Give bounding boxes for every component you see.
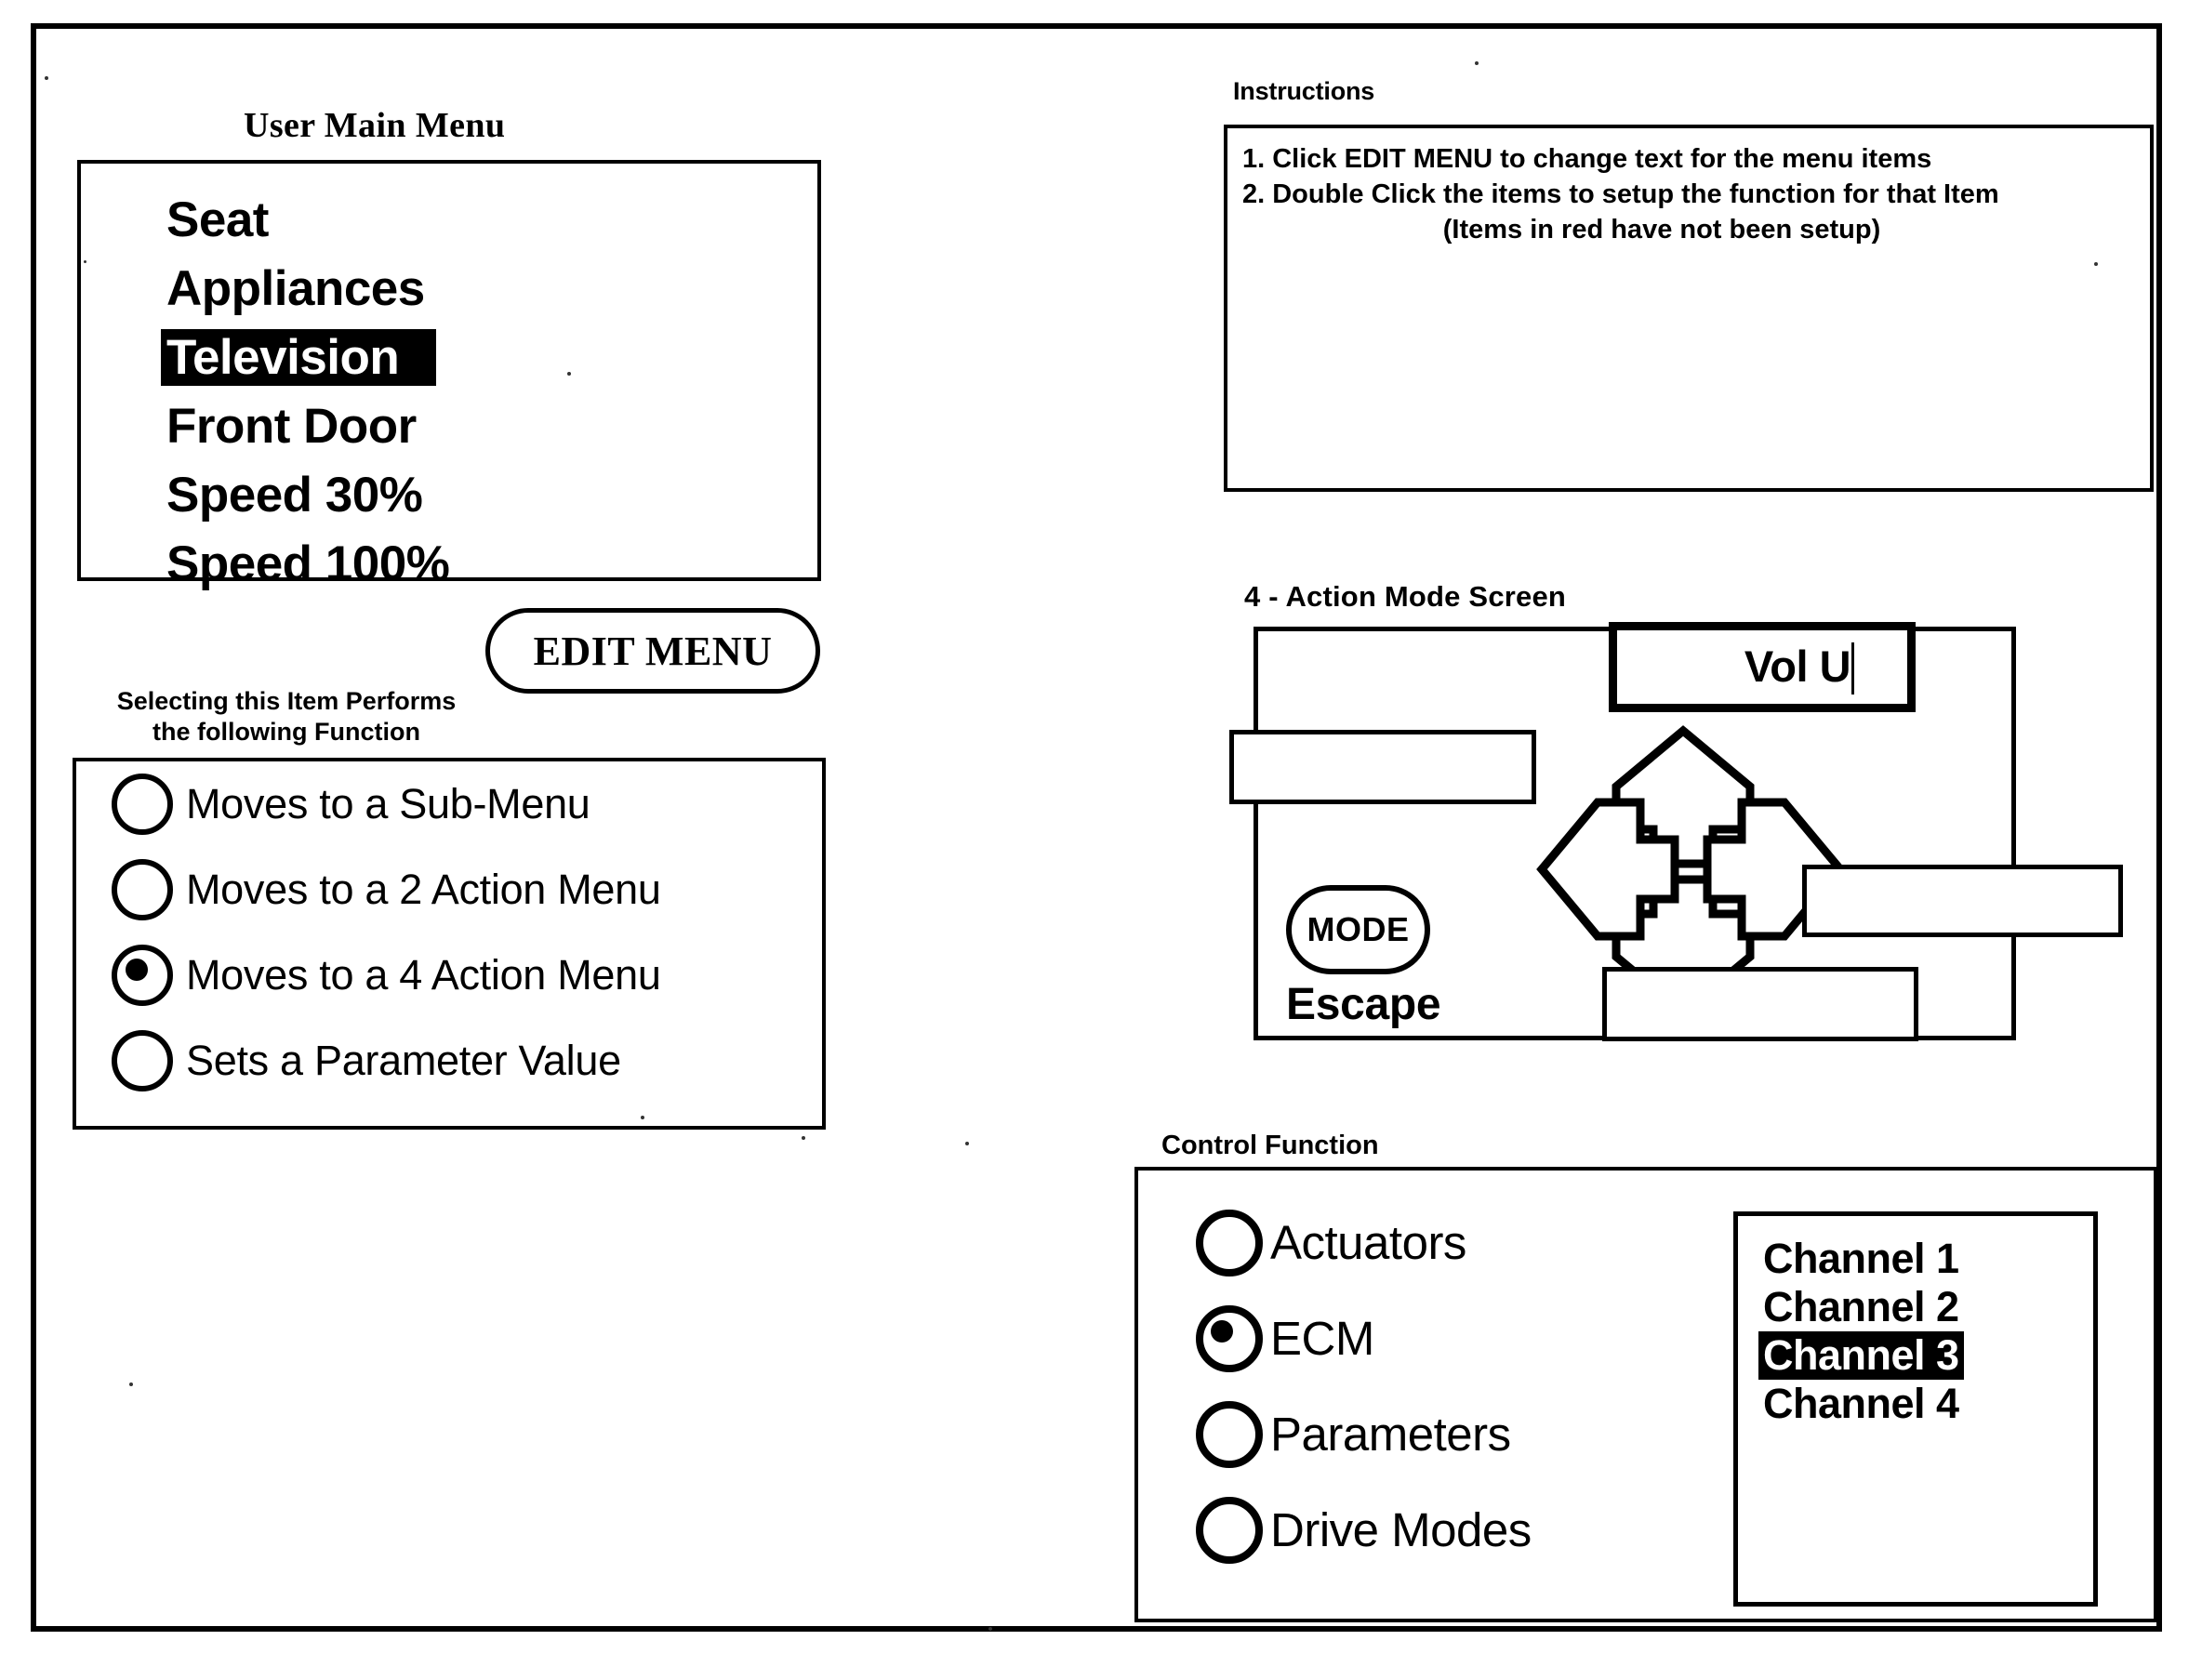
- text-cursor: [1851, 642, 1855, 694]
- instruction-line-3: (Items in red have not been setup): [1442, 215, 1881, 245]
- scan-speck: [84, 260, 86, 263]
- radio-circle-selected-icon[interactable]: [112, 945, 173, 1006]
- edit-menu-button[interactable]: EDIT MENU: [485, 608, 820, 694]
- radio-option-2-action-menu[interactable]: Moves to a 2 Action Menu: [112, 847, 822, 933]
- scanned-page: User Main Menu Seat Appliances Televisio…: [0, 0, 2202, 1680]
- instruction-line-1: 1. Click EDIT MENU to change text for th…: [1242, 144, 1932, 174]
- list-item[interactable]: Speed 30%: [161, 467, 775, 536]
- action-right-field[interactable]: [1802, 865, 2123, 937]
- scan-speck: [2094, 262, 2098, 266]
- list-item[interactable]: Channel 1: [1758, 1235, 2093, 1283]
- radio-option-sub-menu[interactable]: Moves to a Sub-Menu: [112, 761, 822, 847]
- function-caption-line-1: Selecting this Item Performs: [116, 687, 457, 715]
- scan-speck: [567, 372, 571, 376]
- scan-speck: [965, 1142, 969, 1145]
- radio-circle-selected-icon[interactable]: [1196, 1304, 1263, 1372]
- function-options-panel: Moves to a Sub-Menu Moves to a 2 Action …: [73, 758, 826, 1130]
- function-caption-line-2: the following Function: [153, 718, 420, 746]
- action-left-field[interactable]: [1229, 730, 1536, 804]
- radio-circle-icon[interactable]: [112, 1030, 173, 1091]
- control-function-caption: Control Function: [1161, 1131, 1379, 1160]
- list-item[interactable]: Speed 100%: [161, 536, 775, 604]
- escape-label: Escape: [1286, 980, 1441, 1029]
- left-arrow-icon[interactable]: [1536, 795, 1680, 944]
- scan-speck: [802, 1136, 805, 1140]
- channel-label[interactable]: Channel 3: [1758, 1331, 1964, 1380]
- action-top-field[interactable]: Vol U: [1609, 622, 1916, 712]
- radio-circle-icon[interactable]: [1196, 1496, 1263, 1564]
- menu-item-label[interactable]: Front Door: [161, 398, 422, 455]
- user-main-menu-title: User Main Menu: [244, 106, 506, 145]
- list-item-selected[interactable]: Television: [161, 329, 775, 398]
- radio-option-parameter-value[interactable]: Sets a Parameter Value: [112, 1018, 822, 1104]
- list-item[interactable]: Seat: [161, 192, 775, 260]
- radio-option-4-action-menu[interactable]: Moves to a 4 Action Menu: [112, 933, 822, 1018]
- radio-circle-icon[interactable]: [112, 774, 173, 835]
- channel-label[interactable]: Channel 2: [1758, 1283, 1964, 1331]
- user-main-menu-listbox[interactable]: Seat Appliances Television Front Door Sp…: [77, 160, 821, 591]
- control-function-panel: Actuators ECM Parameters Drive Modes Cha…: [1134, 1167, 2157, 1622]
- list-item[interactable]: Channel 2: [1758, 1283, 2093, 1331]
- channel-label[interactable]: Channel 1: [1758, 1235, 1964, 1283]
- user-main-menu-list: Seat Appliances Television Front Door Sp…: [161, 192, 775, 604]
- list-item[interactable]: Front Door: [161, 398, 775, 467]
- radio-label: Sets a Parameter Value: [186, 1037, 621, 1084]
- radio-label: Moves to a 2 Action Menu: [186, 866, 661, 913]
- list-item-selected[interactable]: Channel 3: [1758, 1331, 2093, 1380]
- radio-label: Actuators: [1270, 1216, 1466, 1269]
- function-group-caption: Selecting this Item Performs the followi…: [100, 686, 472, 747]
- scan-speck: [988, 1627, 992, 1631]
- instructions-caption: Instructions: [1233, 77, 1375, 105]
- list-item[interactable]: Appliances: [161, 260, 775, 329]
- menu-item-label[interactable]: Speed 30%: [161, 467, 428, 523]
- action-bottom-field[interactable]: [1602, 967, 1918, 1041]
- radio-label: Parameters: [1270, 1408, 1511, 1461]
- menu-item-label[interactable]: Seat: [161, 192, 274, 248]
- menu-item-label[interactable]: Speed 100%: [161, 536, 455, 592]
- radio-label: Drive Modes: [1270, 1503, 1532, 1556]
- menu-item-label[interactable]: Appliances: [161, 260, 431, 317]
- radio-circle-icon[interactable]: [112, 859, 173, 920]
- channel-listbox[interactable]: Channel 1 Channel 2 Channel 3 Channel 4: [1733, 1211, 2098, 1607]
- scan-speck: [1475, 61, 1479, 65]
- action-mode-caption: 4 - Action Mode Screen: [1244, 580, 1567, 613]
- channel-list: Channel 1 Channel 2 Channel 3 Channel 4: [1758, 1235, 2093, 1428]
- radio-circle-icon[interactable]: [1196, 1400, 1263, 1468]
- scan-speck: [129, 1382, 133, 1386]
- menu-item-label[interactable]: Television: [161, 329, 437, 386]
- action-top-field-value: Vol U: [1670, 641, 1855, 694]
- channel-label[interactable]: Channel 4: [1758, 1380, 1964, 1428]
- mode-button[interactable]: MODE: [1286, 885, 1430, 974]
- list-item[interactable]: Channel 4: [1758, 1380, 2093, 1428]
- instructions-panel: 1. Click EDIT MENU to change text for th…: [1224, 125, 2154, 492]
- scan-speck: [641, 1116, 644, 1119]
- radio-label: Moves to a 4 Action Menu: [186, 951, 661, 999]
- radio-label: Moves to a Sub-Menu: [186, 780, 590, 827]
- radio-circle-icon[interactable]: [1196, 1209, 1263, 1277]
- radio-label: ECM: [1270, 1312, 1374, 1365]
- instruction-line-2: 2. Double Click the items to setup the f…: [1242, 179, 1999, 209]
- scan-speck: [45, 76, 48, 80]
